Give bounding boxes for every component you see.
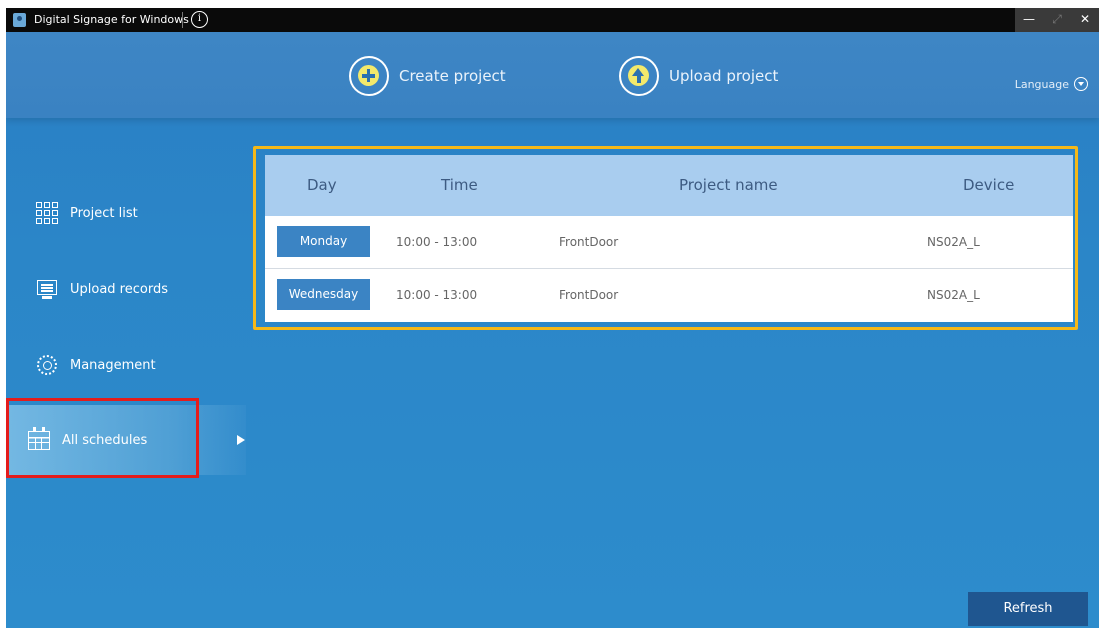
table-header: Day Time Project name Device xyxy=(265,155,1073,216)
selected-arrow-icon xyxy=(237,435,245,445)
header-toolbar: Create project Upload project Language xyxy=(6,32,1099,118)
monitor-icon xyxy=(36,278,58,300)
time-cell: 10:00 - 13:00 xyxy=(396,288,478,302)
title-bar: Digital Signage for Windows i — ⤢ ✕ xyxy=(6,8,1099,32)
column-header-project-name: Project name xyxy=(679,176,778,194)
calendar-icon xyxy=(28,427,50,451)
sidebar-item-label: All schedules xyxy=(62,432,148,448)
create-project-label: Create project xyxy=(399,67,506,85)
maximize-icon[interactable]: ⤢ xyxy=(1043,8,1071,32)
upload-project-button[interactable]: Upload project xyxy=(619,54,778,98)
column-header-time: Time xyxy=(441,176,478,194)
app-title: Digital Signage for Windows xyxy=(34,13,189,26)
info-icon[interactable]: i xyxy=(191,11,208,28)
minimize-icon[interactable]: — xyxy=(1015,8,1043,32)
schedule-table: Day Time Project name Device Monday 10:0… xyxy=(265,155,1073,322)
refresh-button[interactable]: Refresh xyxy=(968,592,1088,626)
grid-icon xyxy=(36,202,58,224)
project-cell: FrontDoor xyxy=(559,235,619,249)
sidebar-item-project-list[interactable]: Project list xyxy=(6,178,246,248)
window-controls: — ⤢ ✕ xyxy=(1015,8,1099,32)
sidebar-item-all-schedules[interactable]: All schedules xyxy=(6,405,246,475)
project-cell: FrontDoor xyxy=(559,288,619,302)
device-cell: NS02A_L xyxy=(927,235,980,249)
device-cell: NS02A_L xyxy=(927,288,980,302)
plus-circle-icon xyxy=(349,56,389,96)
sidebar-item-label: Upload records xyxy=(70,281,168,297)
upload-arrow-icon xyxy=(619,56,659,96)
sidebar-item-upload-records[interactable]: Upload records xyxy=(6,254,246,324)
gear-icon xyxy=(36,354,58,376)
table-row[interactable]: Wednesday 10:00 - 13:00 FrontDoor NS02A_… xyxy=(265,269,1073,322)
column-header-day: Day xyxy=(307,176,337,194)
app-logo-icon xyxy=(13,13,26,27)
time-cell: 10:00 - 13:00 xyxy=(396,235,478,249)
sidebar-item-label: Management xyxy=(70,357,156,373)
sidebar-item-label: Project list xyxy=(70,205,138,221)
column-header-device: Device xyxy=(963,176,1015,194)
language-selector[interactable]: Language xyxy=(1015,77,1088,91)
day-badge[interactable]: Wednesday xyxy=(277,279,370,310)
create-project-button[interactable]: Create project xyxy=(349,54,506,98)
chevron-down-icon xyxy=(1074,77,1088,91)
close-icon[interactable]: ✕ xyxy=(1071,8,1099,32)
app-window: Digital Signage for Windows i — ⤢ ✕ Crea… xyxy=(6,8,1099,628)
upload-project-label: Upload project xyxy=(669,67,779,85)
language-label: Language xyxy=(1014,77,1069,91)
day-badge[interactable]: Monday xyxy=(277,226,370,257)
sidebar-item-management[interactable]: Management xyxy=(6,330,246,400)
title-divider xyxy=(182,12,183,28)
table-row[interactable]: Monday 10:00 - 13:00 FrontDoor NS02A_L xyxy=(265,216,1073,269)
